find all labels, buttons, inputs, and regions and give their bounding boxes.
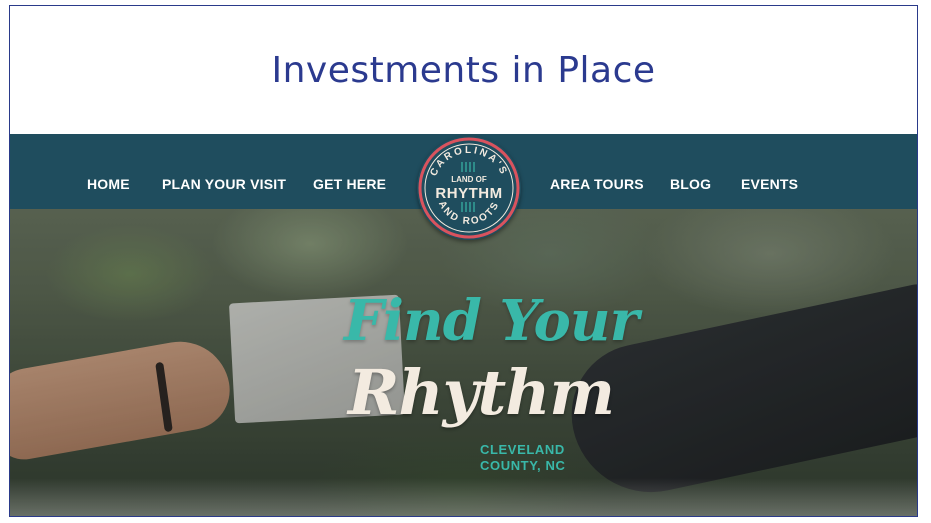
slide-title: Investments in Place — [271, 49, 656, 91]
logo-mid-text: LAND OF — [451, 175, 487, 184]
site-logo[interactable]: CAROLINA'S LAND OF RHYTHM AND ROOTS — [417, 136, 521, 240]
tagline-rhythm: Rhythm — [348, 356, 615, 429]
tagline-location: CLEVELAND COUNTY, NC — [480, 442, 565, 474]
nav-plan-your-visit[interactable]: PLAN YOUR VISIT — [162, 176, 286, 192]
location-line-2: COUNTY, NC — [480, 458, 566, 473]
logo-badge: CAROLINA'S LAND OF RHYTHM AND ROOTS — [418, 137, 520, 239]
slide-frame: Investments in Place HOME PLAN YOUR VISI… — [9, 5, 918, 517]
nav-area-tours[interactable]: AREA TOURS — [550, 176, 644, 192]
nav-home[interactable]: HOME — [87, 176, 130, 192]
tagline-find-your: Find Your — [344, 288, 639, 354]
nav-events[interactable]: EVENTS — [741, 176, 798, 192]
nav-blog[interactable]: BLOG — [670, 176, 711, 192]
hero-tagline: Find Your Rhythm CLEVELAND COUNTY, NC — [330, 284, 639, 484]
website-screenshot: HOME PLAN YOUR VISIT GET HERE AREA TOURS… — [10, 134, 917, 516]
nav-get-here[interactable]: GET HERE — [313, 176, 386, 192]
location-line-1: CLEVELAND — [480, 442, 565, 457]
